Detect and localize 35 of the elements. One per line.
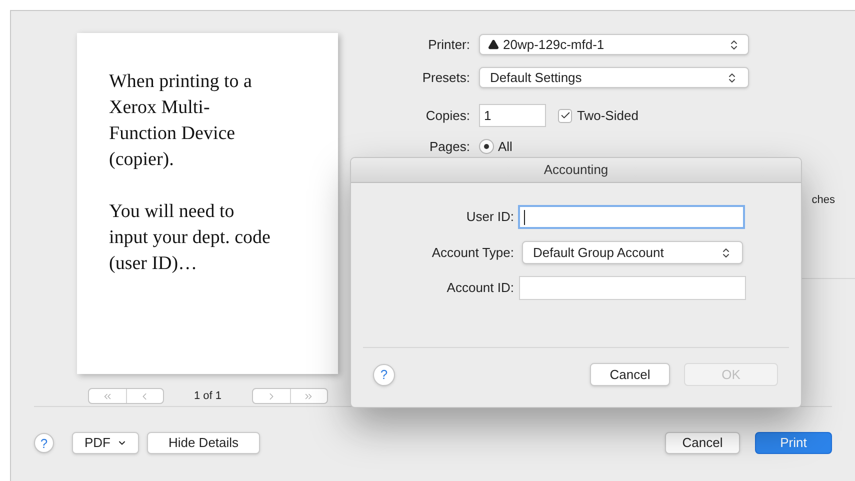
updown-icon	[726, 72, 738, 84]
question-icon: ?	[380, 368, 388, 381]
two-sided-label: Two-Sided	[577, 106, 638, 125]
two-sided-checkbox[interactable]	[558, 108, 572, 122]
updown-icon	[720, 246, 732, 258]
help-button[interactable]: ?	[373, 364, 395, 386]
question-icon: ?	[40, 436, 48, 450]
field-label: Pages:	[428, 138, 471, 156]
sheet-button[interactable]: Cancel	[590, 363, 670, 386]
radio-label: All	[498, 138, 512, 156]
field-label: Printer:	[427, 36, 471, 54]
presets-popup[interactable]: Default Settings	[479, 67, 749, 88]
pdf-menu-button[interactable]: PDF	[72, 432, 139, 454]
field-label: Presets:	[421, 68, 471, 87]
field-label: User ID:	[465, 208, 515, 226]
page-count: 1 of 1	[194, 389, 223, 404]
updown-icon	[728, 38, 740, 50]
printer-popup[interactable]: 20wp-129c-mfd-1	[479, 34, 749, 55]
hide-details-button[interactable]: Hide Details	[147, 432, 260, 454]
cancel-button[interactable]: Cancel	[665, 432, 740, 454]
text-field[interactable]	[518, 205, 745, 229]
sheet-title: Accounting	[544, 161, 608, 180]
account-type-popup[interactable]: Default Group Account	[522, 241, 743, 264]
preview-text: When printing to a Xerox Multi- Function Device (copier).	[109, 70, 253, 172]
partial-label: ches	[812, 192, 835, 208]
field-label: Account Type:	[430, 244, 515, 262]
all-pages-radio[interactable]	[479, 139, 494, 154]
field-label: Copies:	[424, 106, 471, 125]
preview-text: You will need to input your dept. code (user ID)…	[109, 200, 272, 276]
field-label: Account ID:	[446, 279, 515, 298]
text-field[interactable]	[519, 276, 746, 300]
copies-field[interactable]: 1	[479, 104, 546, 127]
help-button[interactable]: ?	[34, 433, 54, 453]
check-icon	[560, 110, 570, 121]
print-button[interactable]: Print	[755, 432, 832, 454]
